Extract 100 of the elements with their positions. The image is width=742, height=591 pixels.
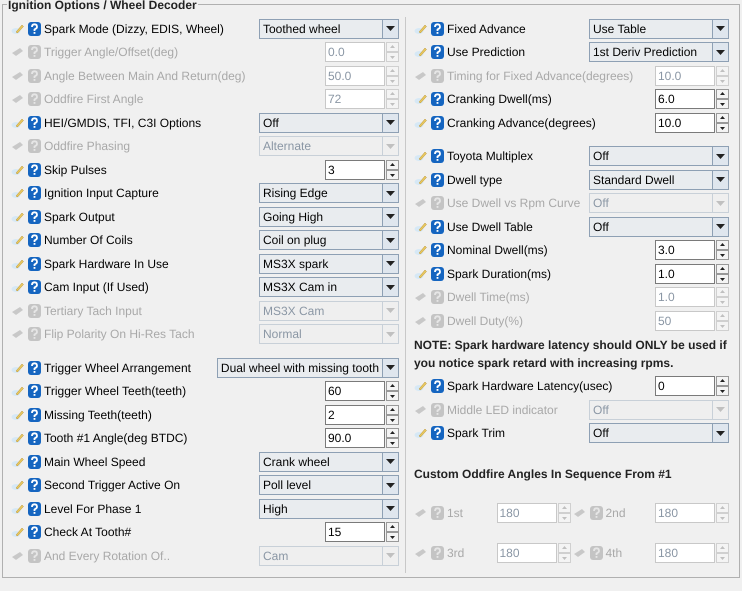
dropdown[interactable]: Use Table [589,18,729,39]
dropdown[interactable]: Crank wheel [259,452,399,472]
help-icon[interactable] [28,384,41,398]
spin-arrows-icon[interactable] [716,240,729,260]
number-field[interactable]: 6.0 [655,89,715,110]
help-icon[interactable] [431,22,444,36]
dropdown[interactable]: MS3X spark [259,254,399,274]
field-label: Fixed Advance [447,20,526,38]
field-label: Dwell Duty(%) [447,312,524,330]
spin-arrows-icon[interactable] [386,428,399,448]
help-icon[interactable] [28,162,41,177]
field-label: Missing Teeth(teeth) [44,406,152,424]
field-label: Timing for Fixed Advance(degrees) [447,68,634,85]
dropdown[interactable]: Coil on plug [259,230,399,250]
help-icon[interactable] [431,92,444,106]
caret-icon [716,200,725,206]
dropdown[interactable]: Off [259,112,399,133]
field-label: Trigger Wheel Teeth(teeth) [44,383,186,400]
number-field[interactable]: 2 [325,404,385,425]
caret-icon [386,144,395,149]
spin-arrows-icon[interactable] [716,112,729,133]
help-icon[interactable] [28,280,41,294]
field-label: Oddfire Phasing [44,138,130,156]
spin-arrows-icon[interactable] [386,404,399,425]
help-icon[interactable] [28,431,41,446]
field-label: Toyota Multiplex [447,148,534,166]
caret-icon [386,459,395,464]
number-field[interactable]: 1.0 [655,264,715,284]
help-icon[interactable] [28,186,41,200]
help-icon[interactable] [431,266,444,281]
dropdown[interactable]: Off [589,146,729,166]
help-icon[interactable] [28,454,41,469]
field-label: Spark Hardware In Use [44,256,169,273]
help-icon[interactable] [431,243,444,258]
field-label: Spark Duration(ms) [447,266,552,283]
spin-arrows-icon[interactable] [386,160,399,180]
field-label: Middle LED indicator [447,402,558,419]
dropdown[interactable]: Toothed wheel [259,18,399,39]
field-label: Dwell Time(ms) [447,289,530,306]
number-field[interactable]: 15 [325,522,385,542]
help-icon[interactable] [431,379,444,394]
caret-icon [386,284,395,290]
help-icon[interactable] [431,172,444,187]
dropdown[interactable]: Poll level [259,475,399,496]
help-icon[interactable] [431,426,444,440]
number-field[interactable]: 3.0 [655,240,715,260]
field-label: 1st [447,505,464,522]
field-label: And Every Rotation Of.. [44,548,170,565]
help-icon[interactable] [28,360,41,375]
field-label: Check At Tooth# [44,524,132,542]
help-icon[interactable] [28,408,41,422]
field-label: Ignition Input Capture [44,185,159,202]
spin-arrows-icon[interactable] [716,264,729,284]
caret-icon [386,553,395,558]
number-field[interactable]: 90.0 [325,428,385,448]
dropdown[interactable]: High [259,498,399,519]
dropdown[interactable]: Rising Edge [259,183,399,204]
field-label: Nominal Dwell(ms) [447,242,548,260]
help-icon[interactable] [28,210,41,224]
help-icon[interactable] [28,256,41,271]
number-field[interactable]: 0 [655,376,715,396]
field-label: Second Trigger Active On [44,477,180,494]
field-label: Cam Input (If Used) [44,279,149,296]
help-icon[interactable] [28,233,41,248]
help-icon[interactable] [28,525,41,540]
caret-icon [716,224,725,230]
help-icon[interactable] [431,45,444,60]
help-icon[interactable] [28,22,41,36]
help-icon[interactable] [431,220,444,234]
dropdown[interactable]: MS3X Cam in [259,277,399,298]
spin-arrows-icon[interactable] [386,522,399,542]
dropdown[interactable]: Going High [259,206,399,227]
field-label: Spark Trim [447,425,506,442]
help-icon[interactable] [28,502,41,516]
field-label: Angle Between Main And Return(deg) [44,68,246,85]
dropdown[interactable]: Standard Dwell [589,170,729,190]
number-field[interactable]: 60 [325,381,385,402]
number-field[interactable]: 3 [325,160,385,180]
dropdown[interactable]: Off [589,216,729,237]
dropdown[interactable]: Dual wheel with missing tooth [216,358,399,378]
field-label: Number Of Coils [44,232,133,250]
number-field[interactable]: 10.0 [655,112,715,133]
note-text: NOTE: Spark hardware latency should ONLY be used if you notice spark retard with increasing rpms. [414,336,728,372]
spin-arrows-icon[interactable] [716,89,729,110]
help-icon[interactable] [431,116,444,130]
caret-icon [386,332,395,337]
help-icon[interactable] [28,478,41,492]
caret-icon [386,506,395,512]
caret-icon [386,120,395,126]
help-icon[interactable] [28,116,41,130]
dropdown[interactable]: 1st Deriv Prediction [589,42,729,62]
spin-arrows-icon[interactable] [716,376,729,396]
caret-icon [386,214,395,220]
caret-icon [716,50,725,55]
field-label: Oddfire First Angle [44,91,144,108]
help-icon[interactable] [431,149,444,164]
spin-arrows-icon[interactable] [386,381,399,402]
caret-icon [386,238,395,243]
dropdown[interactable]: Off [589,423,729,444]
field-label: Use Prediction [447,44,526,62]
